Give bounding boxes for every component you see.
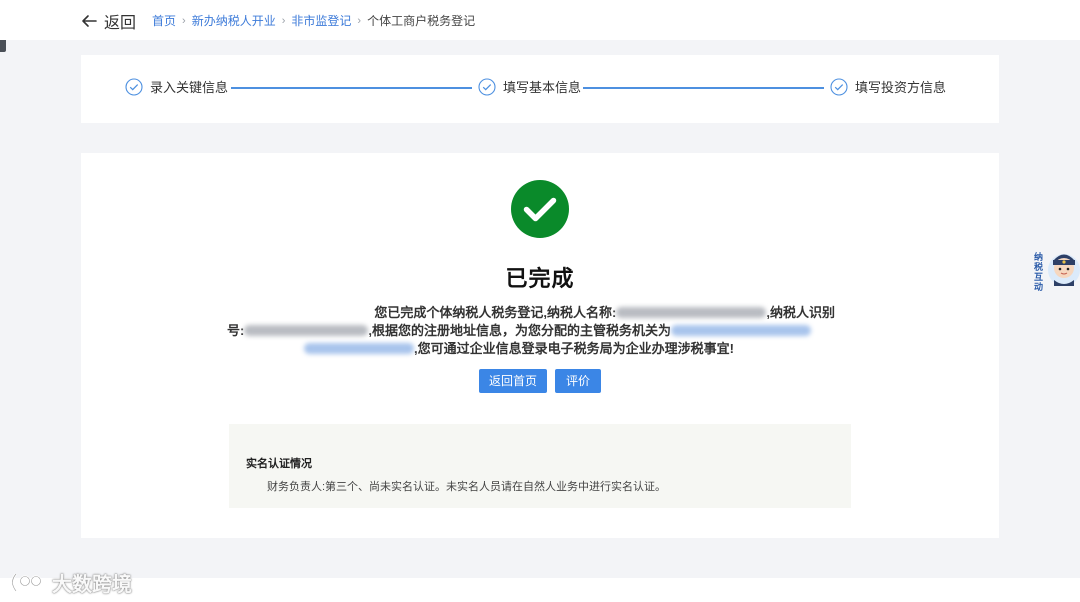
step-label: 填写投资方信息 [855,80,947,95]
success-check-icon [511,180,569,238]
auth-text: 财务负责人:第三个、尚未实名认证。未实名人员请在自然人业务中进行实名认证。 [267,481,667,493]
step-connector [231,87,472,89]
step-2: 填写基本信息 [478,77,581,96]
watermark-text: 大数跨境 [52,574,132,596]
message-line: 号: ,根据您的注册地址信息，为您分配的主管税务机关为 [227,322,853,340]
assistant-widget[interactable]: 纳税互动 [1034,244,1080,294]
brand-logo-icon [11,572,42,592]
step-3: 填写投资方信息 [830,77,946,96]
result-title: 已完成 [505,266,575,291]
arrow-left-icon [82,15,97,27]
message-text: 您已完成个体纳税人税务登记,纳税人名称: [374,305,617,320]
breadcrumb-home[interactable]: 首页 [152,12,176,29]
back-button[interactable]: 返回 [80,9,136,33]
step-label: 填写基本信息 [503,80,582,95]
check-circle-icon [125,77,143,96]
breadcrumb: 首页 › 新办纳税人开业 › 非市监登记 › 个体工商户税务登记 [152,12,475,29]
auth-title: 实名认证情况 [246,458,312,470]
assistant-label: 纳税互动 [1034,252,1044,292]
message-text: 号: [227,323,245,338]
page-footer-band [0,578,1080,602]
redacted-taxpayer-id [244,325,369,336]
step-1: 录入关键信息 [125,77,228,96]
result-message: 您已完成个体纳税人税务登记,纳税人名称: ,纳税人识别 号: ,根据您的注册地址信息… [227,304,853,358]
message-text: ,纳税人识别 [766,305,835,320]
back-label: 返回 [104,15,137,32]
breadcrumb-separator: › [357,14,362,27]
steps-progress: 录入关键信息 填写基本信息 填写投资方信息 [81,55,999,123]
return-home-button[interactable]: 返回首页 [479,369,547,393]
check-circle-icon [830,77,848,96]
message-line: 您已完成个体纳税人税务登记,纳税人名称: ,纳税人识别 [227,304,853,322]
breadcrumb-separator: › [281,14,286,27]
check-circle-icon [478,77,496,96]
step-connector [583,87,824,89]
breadcrumb-non-market-registration[interactable]: 非市监登记 [291,12,351,29]
breadcrumb-separator: › [182,14,186,27]
redacted-tax-office [304,343,414,354]
rate-button[interactable]: 评价 [555,369,601,393]
result-card: 已完成 您已完成个体纳税人税务登记,纳税人名称: ,纳税人识别 号: ,根据您的注册… [81,153,999,538]
redacted-taxpayer-name [616,307,767,318]
real-name-auth-panel: 实名认证情况 财务负责人:第三个、尚未实名认证。未实名人员请在自然人业务中进行实… [229,424,851,508]
watermark: 大数跨境 [8,568,132,597]
message-text: ,您可通过企业信息登录电子税务局为企业办理涉税事宜! [414,341,734,356]
message-text: ,根据您的注册地址信息，为您分配的主管税务机关为 [368,323,671,338]
top-bar: 返回 首页 › 新办纳税人开业 › 非市监登记 › 个体工商户税务登记 [0,0,1080,40]
breadcrumb-current: 个体工商户税务登记 [367,14,476,28]
message-line: ,您可通过企业信息登录电子税务局为企业办理涉税事宜! [227,340,853,358]
breadcrumb-new-taxpayer[interactable]: 新办纳税人开业 [192,12,276,29]
redacted-tax-office [670,325,811,336]
step-label: 录入关键信息 [150,80,229,95]
